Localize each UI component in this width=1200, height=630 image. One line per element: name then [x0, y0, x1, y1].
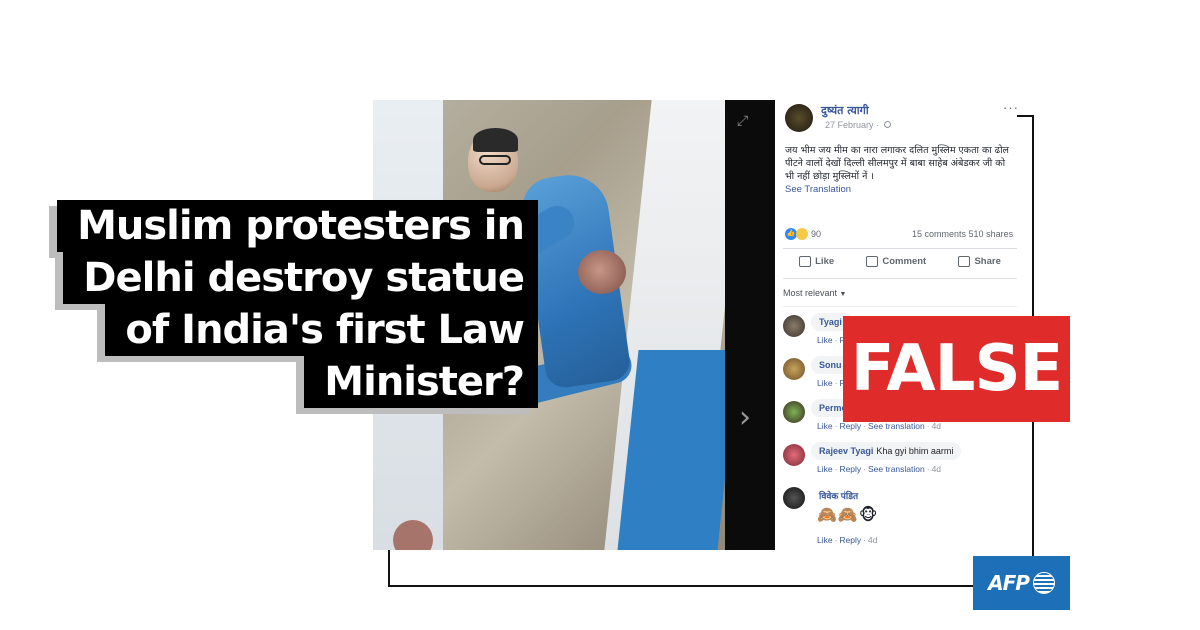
comment-reply-link[interactable]: Reply — [839, 421, 861, 431]
post-text: जय भीम जय मीम का नारा लगाकर दलित मुस्लिम… — [785, 145, 1009, 182]
divider — [783, 306, 1017, 307]
verdict-badge: FALSE — [843, 316, 1070, 422]
statue-shoe — [578, 250, 626, 294]
thumbs-up-icon — [799, 256, 812, 267]
afp-logo: AFP — [973, 556, 1070, 610]
post-author[interactable]: दुष्यंत त्यागी — [821, 103, 869, 118]
comment-meta: Like · Reply · See translation · 4d — [817, 464, 942, 474]
sort-label: Most relevant — [783, 288, 838, 298]
comment-item: विवेक पंडित 🙈🙈🐵 Like · Reply · 4d — [783, 487, 1017, 547]
expand-icon[interactable]: ⤢ — [737, 112, 748, 129]
comment-reply-link[interactable]: Reply — [839, 464, 861, 474]
commenter-name[interactable]: Sonu — [819, 360, 842, 370]
share-icon — [958, 256, 971, 267]
photo-viewer-strip: ⤢ › — [725, 100, 775, 550]
comment-like-link[interactable]: Like — [817, 421, 833, 431]
comment-time[interactable]: 4d — [868, 535, 877, 545]
post-date[interactable]: 27 February · — [825, 120, 891, 130]
post-date-text[interactable]: 27 February — [825, 120, 874, 130]
comment-label: Comment — [882, 256, 927, 267]
author-avatar[interactable] — [785, 104, 813, 132]
comment-bubble: Rajeev Tyagi Kha gyi bhim aarmi — [811, 442, 962, 460]
divider — [783, 278, 1017, 279]
commenter-name[interactable]: Rajeev Tyagi — [819, 446, 873, 456]
afp-logo-text: AFP — [988, 571, 1030, 595]
comment-time[interactable]: 4d — [932, 464, 941, 474]
comment-button[interactable]: Comment — [866, 256, 926, 267]
comment-emoji: 🙈🙈🐵 — [817, 505, 879, 524]
post-actions: Like Comment Share — [783, 256, 1017, 267]
comment-like-link[interactable]: Like — [817, 535, 833, 545]
commenter-avatar[interactable] — [783, 358, 805, 380]
reactions-summary[interactable]: 👍 90 — [785, 228, 821, 240]
comments-count[interactable]: 15 comments — [912, 229, 966, 239]
comment-meta: Like · Reply · See translation · 4d — [817, 421, 942, 431]
haha-reaction-icon — [796, 228, 808, 240]
comment-bubble: विवेक पंडित — [811, 485, 869, 506]
comment-text: Kha gyi bhim aarmi — [876, 446, 954, 456]
comment-like-link[interactable]: Like — [817, 464, 833, 474]
comment-time[interactable]: 4d — [932, 421, 941, 431]
comment-meta: Like · Reply · 4d — [817, 535, 878, 545]
comment-meta: Like·R — [817, 378, 846, 388]
headline-line: Minister? — [304, 356, 538, 408]
commenter-avatar[interactable] — [783, 444, 805, 466]
comment-translation-link[interactable]: See translation — [868, 421, 925, 431]
statue-hair — [473, 128, 518, 152]
comment-like-link[interactable]: Like — [817, 378, 833, 388]
engagement-counts: 15 comments 510 shares — [912, 229, 1013, 239]
like-button[interactable]: Like — [799, 256, 834, 267]
globe-logo-icon — [1032, 572, 1055, 594]
commenter-avatar[interactable] — [783, 401, 805, 423]
comment-meta: Like·R — [817, 335, 846, 345]
comment-like-link[interactable]: Like — [817, 335, 833, 345]
photo-wall-right-blue — [617, 350, 739, 550]
headline-line: Delhi destroy statue — [63, 252, 538, 304]
comment-item: Rajeev Tyagi Kha gyi bhim aarmi Like · Repl… — [783, 442, 1017, 484]
share-button[interactable]: Share — [958, 256, 1001, 267]
shares-count[interactable]: 510 shares — [969, 229, 1014, 239]
chevron-right-icon[interactable]: › — [739, 400, 751, 435]
headline-line: Muslim protesters in — [57, 200, 538, 252]
statue-glasses — [479, 155, 511, 165]
see-translation-link[interactable]: See Translation — [785, 184, 851, 195]
comment-reply-link[interactable]: Reply — [839, 535, 861, 545]
like-label: Like — [815, 256, 835, 267]
share-label: Share — [974, 256, 1001, 267]
sort-dropdown[interactable]: Most relevant ▼ — [783, 288, 846, 298]
comment-translation-link[interactable]: See translation — [868, 464, 925, 474]
comment-icon — [866, 256, 879, 267]
commenter-name[interactable]: विवेक पंडित — [819, 491, 858, 501]
commenter-name[interactable]: Tyagi — [819, 317, 842, 327]
globe-icon — [883, 121, 891, 128]
caret-down-icon: ▼ — [839, 291, 847, 298]
commenter-avatar[interactable] — [783, 487, 805, 509]
headline-line: of India's first Law — [105, 304, 538, 356]
reaction-count: 90 — [811, 229, 822, 239]
divider — [783, 248, 1017, 249]
commenter-avatar[interactable] — [783, 315, 805, 337]
more-options-icon[interactable]: ··· — [1003, 100, 1017, 115]
